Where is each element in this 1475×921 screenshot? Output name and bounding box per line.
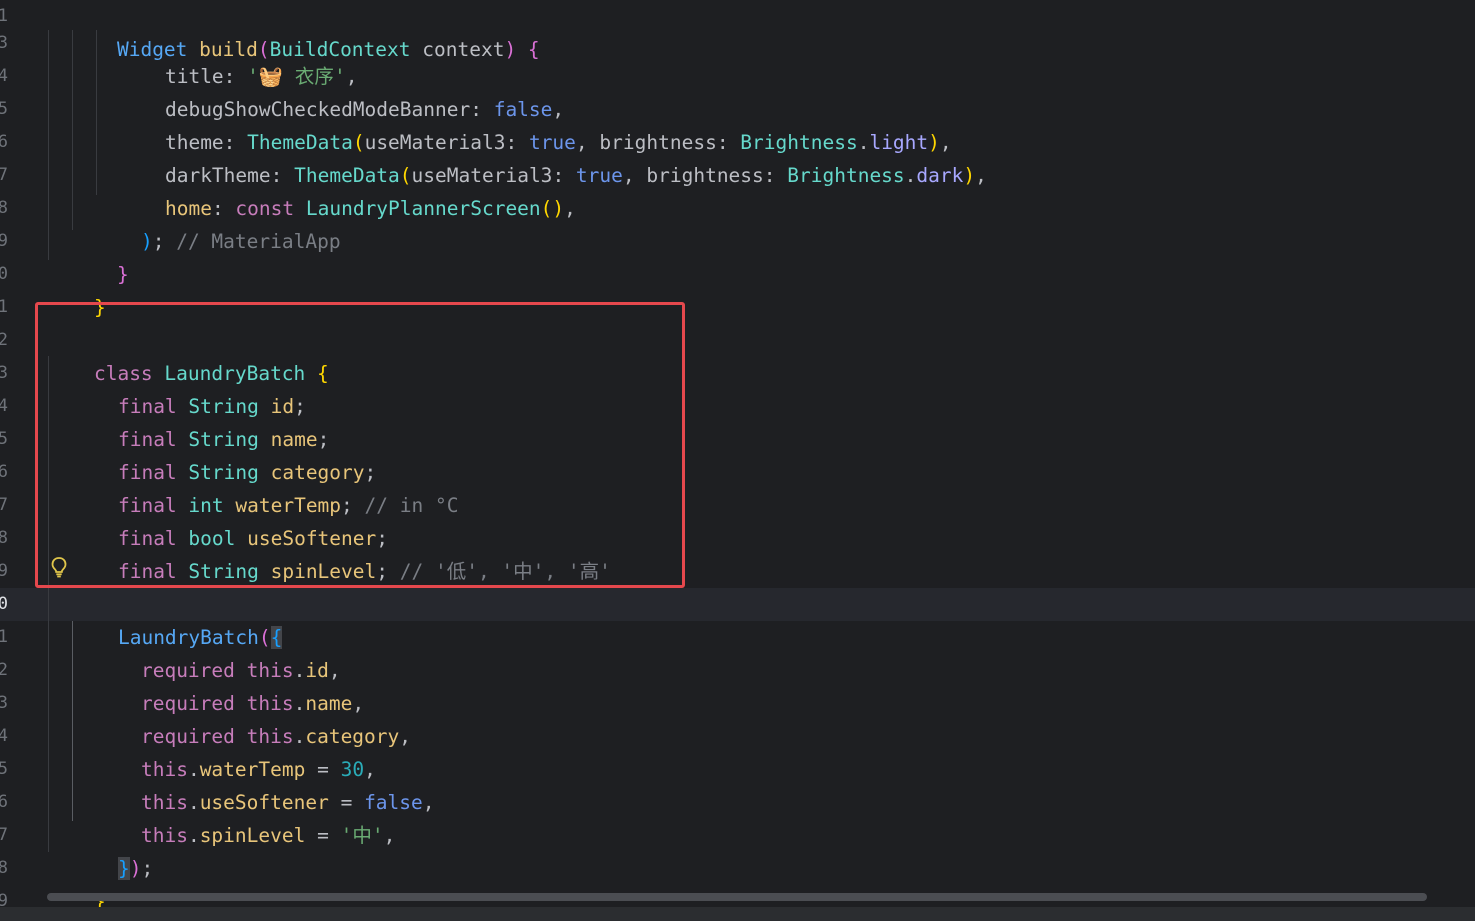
line-number: 3 [0, 693, 8, 713]
token: Brightness [787, 164, 905, 187]
line-number: 6 [0, 132, 8, 152]
code-line[interactable]: this.useSoftener = false, [94, 753, 435, 814]
horizontal-scrollbar-thumb[interactable] [47, 893, 1427, 901]
code-line[interactable]: this.waterTemp = 30, [94, 720, 376, 781]
code-line[interactable]: }); [71, 819, 153, 880]
token: = [305, 824, 341, 847]
code-line[interactable]: final String category; [71, 423, 376, 484]
code-line[interactable]: debugShowCheckedModeBanner: false, [118, 60, 564, 121]
token: ; [152, 230, 177, 253]
line-number: 6 [0, 462, 8, 482]
token: , [622, 164, 647, 187]
code-line[interactable]: class LaundryBatch { [47, 324, 329, 385]
token: ) [140, 230, 153, 253]
code-editor[interactable]: 1 3 4 5 6 7 8 9 0 1 2 3 4 5 6 7 8 9 0 1 … [0, 0, 1475, 921]
token: '中' [340, 824, 384, 847]
token: , [975, 164, 987, 187]
token: ) [963, 164, 976, 187]
code-line[interactable]: final String id; [71, 357, 306, 418]
lightbulb-icon[interactable] [50, 556, 68, 578]
token: spinLevel [258, 560, 377, 583]
line-number: 5 [0, 429, 8, 449]
line-number: 9 [0, 561, 8, 581]
line-number: 7 [0, 825, 8, 845]
token: context [410, 38, 505, 61]
indent-guide [48, 356, 49, 852]
line-number: 8 [0, 858, 8, 878]
line-number: 4 [0, 396, 8, 416]
token: , [399, 725, 412, 748]
code-line[interactable]: theme: ThemeData(useMaterial3: true, bri… [118, 93, 952, 154]
token: spinLevel [199, 824, 306, 847]
editor-bottom-edge [0, 907, 1475, 921]
code-line[interactable]: } [47, 852, 106, 913]
line-number: 0 [0, 264, 8, 284]
code-line[interactable]: this.spinLevel = '中', [94, 786, 395, 847]
line-number: 4 [0, 66, 8, 86]
token: : [763, 164, 788, 187]
code-line[interactable]: required this.id, [94, 621, 341, 682]
token: ) [129, 857, 142, 880]
token-matched-brace: } [117, 857, 130, 880]
line-number: 8 [0, 528, 8, 548]
code-line[interactable]: } [70, 225, 129, 286]
line-number: 2 [0, 330, 8, 350]
token: () [540, 197, 565, 220]
line-number: 6 [0, 792, 8, 812]
line-number: 1 [0, 297, 8, 317]
token: // MaterialApp [176, 230, 341, 253]
code-line[interactable]: final bool useSoftener; [71, 489, 388, 550]
token: ; [376, 560, 400, 583]
token: , [422, 791, 435, 814]
token: final [117, 560, 177, 583]
code-line[interactable]: } [47, 258, 106, 319]
code-line[interactable]: home: const LaundryPlannerScreen(), [118, 159, 576, 220]
code-line[interactable]: required this.category, [94, 687, 411, 748]
token: ) [504, 38, 517, 61]
line-number-current: 0 [0, 594, 8, 614]
code-line[interactable]: title: '🧺 衣序', [118, 27, 357, 88]
code-line[interactable]: final int waterTemp; // in °C [71, 456, 458, 517]
line-number-gutter: 1 3 4 5 6 7 8 9 0 1 2 3 4 5 6 7 8 9 0 1 … [0, 0, 14, 921]
code-line[interactable]: final String name; [71, 390, 329, 451]
code-line-current[interactable]: LaundryBatch({ [71, 588, 283, 649]
code-line[interactable]: darkTheme: ThemeData(useMaterial3: true,… [118, 126, 987, 187]
line-number: 5 [0, 99, 8, 119]
token: dark [916, 164, 964, 187]
token: } [116, 263, 129, 286]
line-number: 4 [0, 726, 8, 746]
line-number: 3 [0, 33, 8, 53]
code-line[interactable]: final String spinLevel; // '低', '中', '高' [71, 522, 611, 583]
line-number: 5 [0, 759, 8, 779]
token: , [383, 824, 396, 847]
line-number: 7 [0, 165, 8, 185]
token: ; [141, 857, 154, 880]
token: , [564, 197, 576, 220]
token: { [516, 38, 540, 61]
indent-guide [48, 30, 49, 260]
line-number: 8 [0, 198, 8, 218]
line-number: 1 [0, 627, 8, 647]
token: true [575, 164, 623, 187]
line-number: 7 [0, 495, 8, 515]
token: // '低', '中', '高' [399, 560, 611, 583]
code-line[interactable]: ); // MaterialApp [94, 192, 341, 253]
code-line[interactable]: required this.name, [94, 654, 364, 715]
token: . [187, 824, 200, 847]
line-number: 9 [0, 231, 8, 251]
line-number: 2 [0, 660, 8, 680]
token: brightness [646, 164, 764, 187]
line-number: 3 [0, 363, 8, 383]
token: { [305, 362, 329, 385]
token: String [176, 560, 259, 583]
token: } [93, 296, 106, 319]
token: . [904, 164, 917, 187]
